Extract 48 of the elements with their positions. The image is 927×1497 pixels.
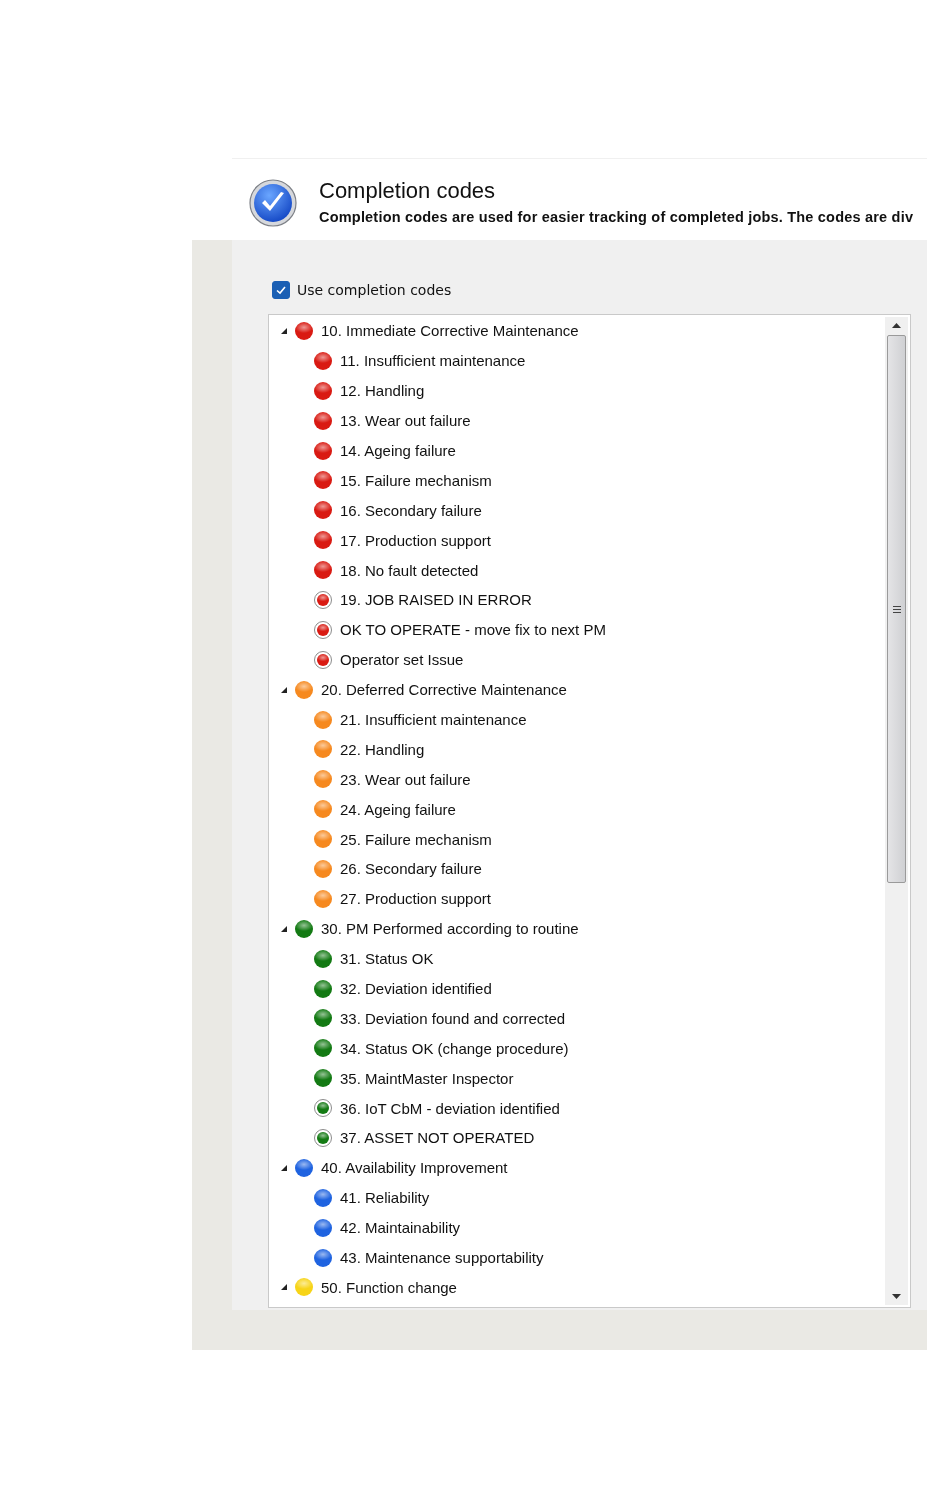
- tree-item[interactable]: 12. Handling: [340, 382, 425, 400]
- scrollbar[interactable]: [885, 317, 908, 1305]
- expand-triangle-icon[interactable]: [280, 924, 288, 933]
- tree-item[interactable]: 40. Availability Improvement: [321, 1159, 508, 1177]
- checkmark-icon: [249, 179, 297, 227]
- tree-item[interactable]: 15. Failure mechanism: [340, 471, 492, 489]
- tree-item[interactable]: 16. Secondary failure: [340, 501, 482, 519]
- tree-item[interactable]: 18. No fault detected: [340, 561, 479, 579]
- tree-item[interactable]: 26. Secondary failure: [340, 860, 482, 878]
- tree-item[interactable]: 20. Deferred Corrective Maintenance: [321, 681, 567, 699]
- tree-item[interactable]: 22. Handling: [340, 740, 425, 758]
- tree-item[interactable]: 24. Ageing failure: [340, 800, 456, 818]
- tree-item[interactable]: OK TO OPERATE - move fix to next PM: [340, 621, 606, 639]
- tree-item[interactable]: 41. Reliability: [340, 1189, 430, 1207]
- tree-item[interactable]: 42. Maintainability: [340, 1219, 461, 1237]
- scroll-down-icon[interactable]: [892, 1294, 901, 1299]
- tree-item[interactable]: 14. Ageing failure: [340, 442, 456, 459]
- tree-item[interactable]: 34. Status OK (change procedure): [340, 1039, 569, 1057]
- tree-item[interactable]: 31. Status OK: [340, 950, 434, 968]
- grip-icon: [892, 605, 901, 613]
- section-title: Completion codes: [319, 179, 497, 203]
- tree-item[interactable]: 21. Insufficient maintenance: [340, 711, 527, 728]
- tree-item[interactable]: 13. Wear out failure: [340, 412, 471, 430]
- section-description: Completion codes are used for easier tracking of completed jobs. The codes are div: [319, 209, 914, 225]
- tree-item[interactable]: 37. ASSET NOT OPERATED: [340, 1129, 535, 1147]
- tree-item[interactable]: 17. Production support: [340, 531, 491, 549]
- tree-item[interactable]: Operator set Issue: [340, 651, 464, 669]
- tree-item[interactable]: 43. Maintenance supportability: [340, 1249, 544, 1267]
- tree-item[interactable]: 27. Production support: [340, 890, 491, 908]
- tree-item[interactable]: 35. MaintMaster Inspector: [340, 1069, 514, 1087]
- tree-item[interactable]: 30. PM Performed according to routine: [321, 920, 579, 938]
- tree-item[interactable]: 10. Immediate Corrective Maintenance: [321, 322, 579, 340]
- tree-item[interactable]: 11. Insufficient maintenance: [340, 352, 526, 370]
- expand-triangle-icon[interactable]: [280, 326, 288, 335]
- tree-item[interactable]: 32. Deviation identified: [340, 980, 492, 998]
- expand-triangle-icon[interactable]: [280, 1163, 288, 1172]
- tree-item[interactable]: 25. Failure mechanism: [340, 830, 492, 848]
- tree-item[interactable]: 33. Deviation found and corrected: [340, 1009, 566, 1027]
- scroll-up-icon[interactable]: [892, 323, 901, 328]
- tree-item[interactable]: 23. Wear out failure: [340, 770, 471, 788]
- tree-item[interactable]: 36. IoT CbM - deviation identified: [340, 1099, 560, 1117]
- scroll-thumb[interactable]: [887, 335, 906, 883]
- use-codes-checkbox[interactable]: [272, 281, 290, 299]
- tree-item[interactable]: 19. JOB RAISED IN ERROR: [340, 591, 532, 609]
- checkbox-label: Use completion codes: [297, 282, 452, 298]
- expand-triangle-icon[interactable]: [280, 685, 288, 694]
- expand-triangle-icon[interactable]: [280, 1283, 288, 1292]
- tree-item[interactable]: 50. Function change: [321, 1278, 457, 1296]
